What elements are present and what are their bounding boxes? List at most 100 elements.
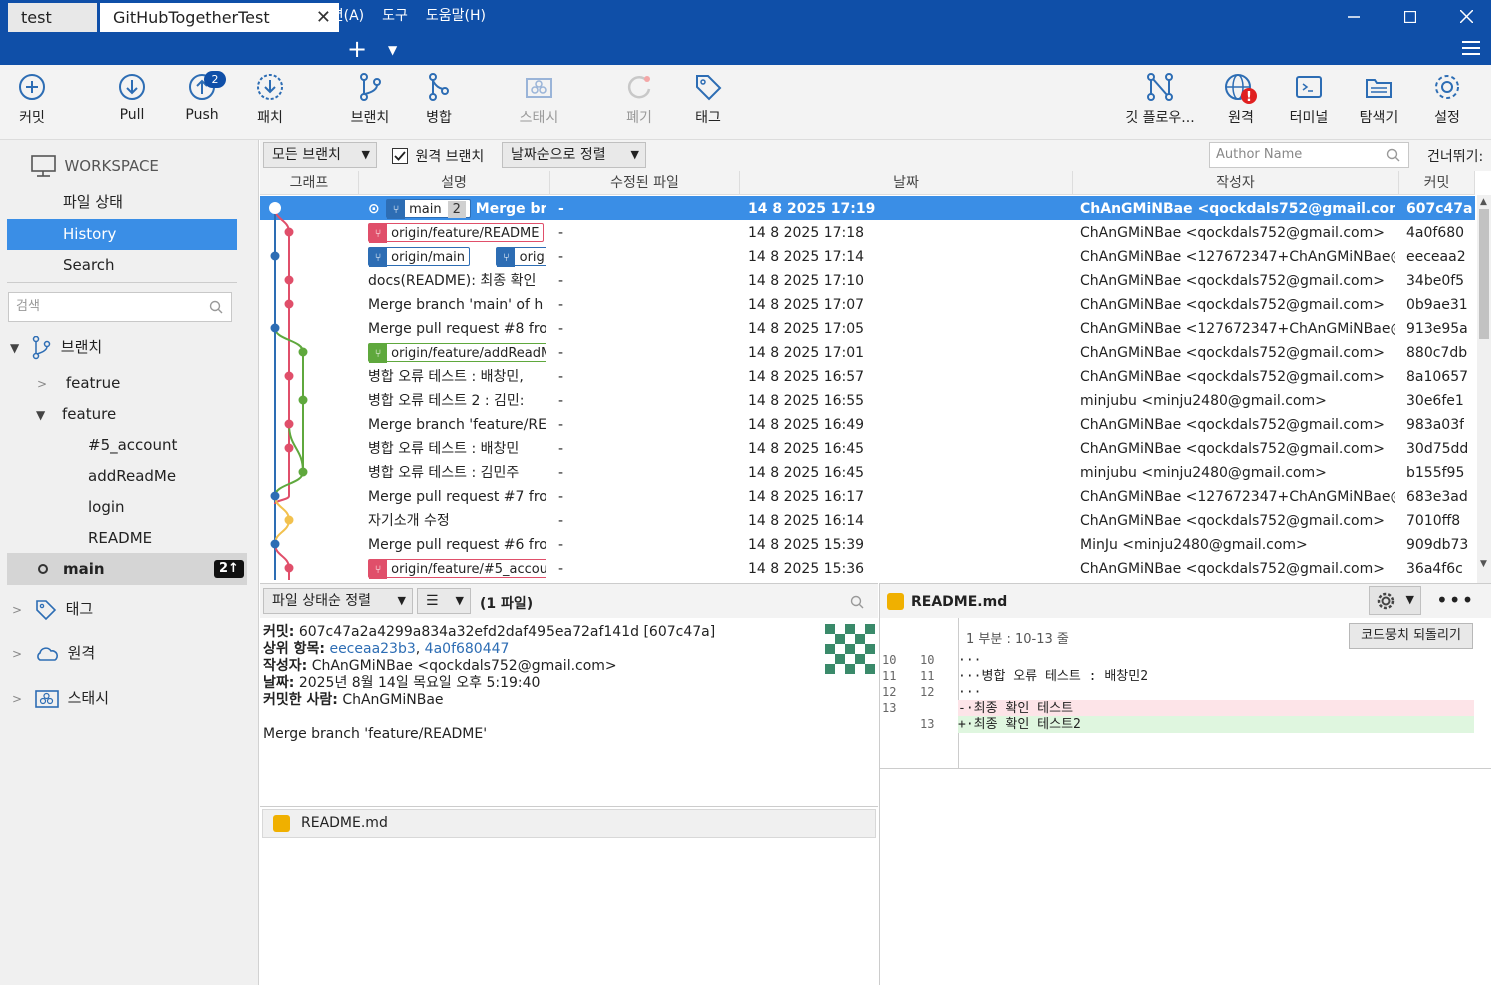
diff-panel: README.md ▼ ••• 1 부분 : 10-13 줄 코드뭉치 되돌리기… — [879, 583, 1491, 985]
diff-line[interactable]: ··· — [958, 684, 1474, 701]
stash-button[interactable]: 스태시 — [512, 65, 566, 140]
commit-row[interactable]: ⑂ origin/feature/#5_accou - 14 8 2025 15:… — [260, 557, 1475, 581]
author-filter-input[interactable]: Author Name — [1209, 142, 1409, 168]
maximize-icon — [1404, 10, 1416, 23]
column-header-description[interactable]: 설명 — [359, 171, 550, 195]
parent-link[interactable]: eeceaa23b3 — [329, 641, 415, 657]
minimize-button[interactable] — [1328, 0, 1380, 33]
scroll-up-icon[interactable]: ▲ — [1480, 197, 1487, 207]
commit-description: Merge br — [475, 201, 546, 217]
branch-item-main[interactable]: main 2↑ — [7, 553, 247, 585]
search-icon[interactable] — [850, 595, 864, 609]
stashes-section[interactable]: > 스태시 — [12, 683, 109, 714]
tab-close-icon[interactable]: ✕ — [316, 3, 331, 32]
commit-row[interactable]: ⑂ origin/main ⑂ orig - 14 8 2025 17:14 ChAn… — [260, 245, 1475, 269]
sort-order-dropdown[interactable]: 날짜순으로 정렬 ▼ — [502, 142, 646, 168]
commit-button[interactable]: 커밋 — [8, 65, 56, 140]
branch-item[interactable]: #5_account — [88, 430, 177, 461]
revert-hunk-button[interactable]: 코드뭉치 되돌리기 — [1349, 623, 1473, 649]
commit-description: 병합 오류 테스트 : 배창민 — [368, 441, 520, 457]
commit-row[interactable]: ⑂ origin/feature/README - 14 8 2025 17:18… — [260, 221, 1475, 245]
diff-line[interactable]: +·최종 확인 테스트2 — [958, 716, 1474, 733]
parent-link[interactable]: 4a0f680447 — [425, 641, 510, 657]
tab-githubtogethertest[interactable]: GitHubTogetherTest ✕ — [100, 3, 339, 32]
commit-row[interactable]: 병합 오류 테스트 : 배창민 - 14 8 2025 16:45 ChAnGMiNB… — [260, 437, 1475, 461]
commit-row[interactable]: docs(README): 최종 확인 - 14 8 2025 17:10 ChAnG… — [260, 269, 1475, 293]
branch-item[interactable]: addReadMe — [88, 461, 176, 492]
commit-row[interactable]: ⑂ origin/feature/addReadM - 14 8 2025 17:… — [260, 341, 1475, 365]
menu-item[interactable]: 도구 — [382, 0, 408, 33]
column-header-graph[interactable]: 그래프 — [260, 171, 359, 195]
close-window-button[interactable] — [1440, 0, 1491, 33]
commit-description: docs(README): 최종 확인 — [368, 273, 537, 289]
column-header-date[interactable]: 날짜 — [740, 171, 1073, 195]
modified-files-cell: - — [558, 441, 564, 457]
commit-row[interactable]: 병합 오류 테스트 2 : 김민: - 14 8 2025 16:55 minjubu… — [260, 389, 1475, 413]
view-mode-dropdown[interactable]: ☰ ▼ — [417, 588, 471, 614]
commit-row[interactable]: ⊙ ⑂ main 2 Merge br - 14 8 2025 17:19 ChAnGMi… — [260, 197, 1475, 221]
branch-filter-dropdown[interactable]: 모든 브랜치 ▼ — [263, 142, 377, 168]
scroll-down-icon[interactable]: ▼ — [1480, 559, 1487, 569]
sidebar-item-file-status[interactable]: 파일 상태 — [7, 187, 237, 218]
discard-button[interactable]: 폐기 — [614, 65, 664, 140]
file-list-item[interactable]: README.md — [262, 809, 876, 838]
commit-row[interactable]: 자기소개 수정 - 14 8 2025 16:14 ChAnGMiNBae <qock… — [260, 509, 1475, 533]
terminal-button[interactable]: 터미널 — [1284, 65, 1334, 140]
sidebar-search-input[interactable]: 검색 — [8, 292, 232, 322]
sidebar-item-label: Search — [63, 256, 115, 274]
file-sort-dropdown[interactable]: 파일 상태순 정렬 ▼ — [263, 588, 413, 614]
commit-row[interactable]: Merge branch 'main' of h - 14 8 2025 17:07… — [260, 293, 1475, 317]
column-header-modified[interactable]: 수정된 파일 — [550, 171, 740, 195]
remotes-section[interactable]: > 원격 — [12, 638, 95, 669]
commit-row[interactable]: Merge pull request #7 fro - 14 8 2025 16:1… — [260, 485, 1475, 509]
commit-row[interactable]: 병합 오류 테스트 : 배창민, - 14 8 2025 16:57 ChAnGMiN… — [260, 365, 1475, 389]
new-line-number: 10 — [920, 653, 935, 667]
branch-item[interactable]: README — [88, 523, 152, 554]
branch-item[interactable]: login — [88, 492, 125, 523]
sidebar-item-history[interactable]: History — [7, 219, 237, 250]
commit-hash-cell: 913e95a — [1406, 321, 1468, 337]
branch-folder-featrue[interactable]: > featrue — [37, 368, 120, 399]
scrollbar-thumb[interactable] — [1479, 209, 1489, 339]
tags-section[interactable]: > 태그 — [12, 594, 93, 625]
commit-row[interactable]: Merge pull request #8 fro - 14 8 2025 17:0… — [260, 317, 1475, 341]
branch-label: login — [88, 498, 125, 516]
remote-branches-checkbox[interactable]: 원격 브랜치 — [392, 146, 484, 166]
tag-button[interactable]: 태그 — [684, 65, 732, 140]
push-button[interactable]: 2 Push — [178, 65, 226, 140]
sidebar-item-search[interactable]: Search — [7, 250, 237, 281]
monitor-icon — [31, 155, 56, 177]
menu-item[interactable]: 도움말(H) — [426, 0, 486, 33]
branch-folder-feature[interactable]: ▼ feature — [36, 399, 116, 430]
remote-button[interactable]: ! 원격 — [1216, 65, 1266, 140]
merge-button[interactable]: 병합 — [414, 65, 464, 140]
author-cell: minjubu <minju2480@gmail.com> — [1080, 393, 1327, 409]
diff-line[interactable]: ···병합 오류 테스트 : 배창민2 — [958, 668, 1474, 685]
branch-ref-label: ⑂ orig — [496, 246, 546, 267]
maximize-button[interactable] — [1384, 0, 1436, 33]
commit-row[interactable]: Merge branch 'feature/RE - 14 8 2025 16:49… — [260, 413, 1475, 437]
settings-button[interactable]: 설정 — [1424, 65, 1470, 140]
diff-line[interactable]: ··· — [958, 652, 1474, 669]
explorer-button[interactable]: 탐색기 — [1354, 65, 1404, 140]
new-tab-button[interactable]: + — [347, 33, 367, 65]
column-header-author[interactable]: 작성자 — [1073, 171, 1399, 195]
hamburger-menu-icon[interactable] — [1461, 40, 1481, 56]
more-options-icon[interactable]: ••• — [1436, 588, 1474, 612]
branch-button[interactable]: 브랜치 — [343, 65, 397, 140]
tab-test[interactable]: test — [8, 3, 97, 32]
tab-list-dropdown[interactable]: ▼ — [388, 33, 397, 67]
history-scrollbar[interactable]: ▲ ▼ — [1477, 195, 1491, 583]
branches-section[interactable]: ▼ 브랜치 — [10, 332, 102, 363]
column-header-commit[interactable]: 커밋 — [1399, 171, 1475, 195]
pull-button[interactable]: Pull — [108, 65, 156, 140]
date-cell: 14 8 2025 15:36 — [748, 561, 865, 577]
commit-row[interactable]: Merge pull request #6 fro - 14 8 2025 15:3… — [260, 533, 1475, 557]
patch-button[interactable]: 패치 — [246, 65, 294, 140]
commit-row[interactable]: 병합 오류 테스트 : 김민주 - 14 8 2025 16:45 minjubu <… — [260, 461, 1475, 485]
search-placeholder: 검색 — [16, 299, 40, 314]
git-flow-button[interactable]: 깃 플로우... — [1118, 65, 1202, 140]
diff-line[interactable]: -·최종 확인 테스트 — [958, 700, 1474, 717]
commit-hash-cell: 0b9ae31 — [1406, 297, 1468, 313]
diff-options-dropdown[interactable]: ▼ — [1369, 586, 1421, 615]
